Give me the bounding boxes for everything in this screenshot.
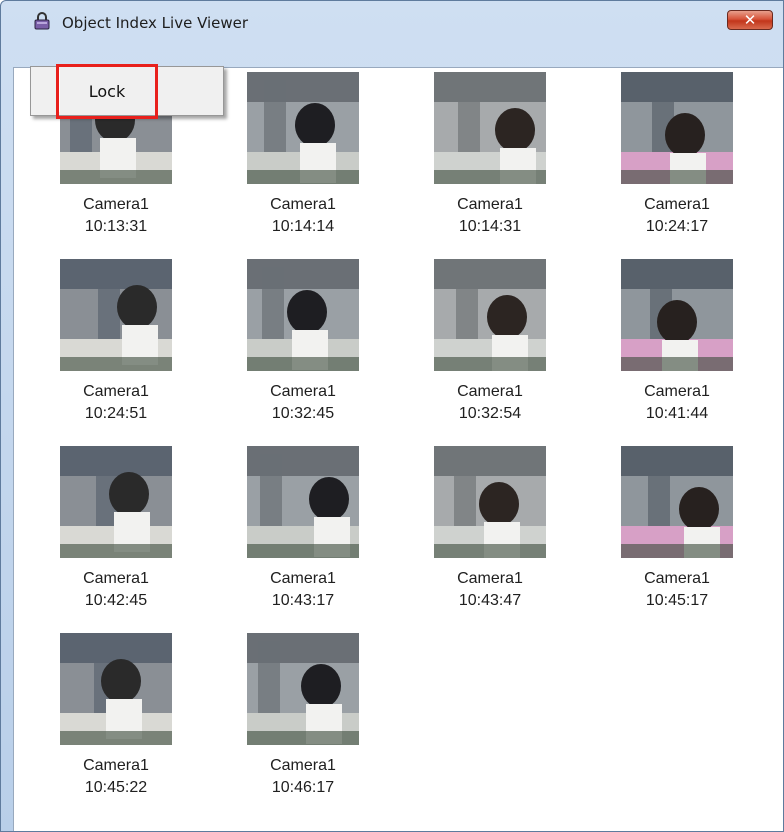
timestamp-label: 10:43:17 (271, 592, 335, 609)
thumbnail-item[interactable]: Camera1 10:24:51 (26, 259, 206, 439)
timestamp-label: 10:43:47 (458, 592, 522, 609)
camera-name-label: Camera1 (644, 196, 710, 213)
thumbnail-item[interactable]: Camera1 10:32:54 (400, 259, 580, 439)
camera-name-label: Camera1 (270, 196, 336, 213)
camera-snapshot-image[interactable] (60, 446, 172, 558)
camera-snapshot-image[interactable] (434, 446, 546, 558)
camera-snapshot-image[interactable] (247, 633, 359, 745)
window-title: Object Index Live Viewer (62, 14, 249, 32)
timestamp-label: 10:24:51 (84, 405, 148, 422)
thumbnail-item[interactable]: Camera1 10:24:17 (587, 72, 767, 252)
thumbnail-item[interactable]: Camera1 10:45:17 (587, 446, 767, 626)
thumbnail-item[interactable]: Camera1 10:45:22 (26, 633, 206, 813)
camera-snapshot-image[interactable] (247, 259, 359, 371)
timestamp-label: 10:14:14 (271, 218, 335, 235)
timestamp-label: 10:45:17 (645, 592, 709, 609)
thumbnail-item[interactable]: Camera1 10:43:47 (400, 446, 580, 626)
camera-name-label: Camera1 (457, 383, 523, 400)
camera-name-label: Camera1 (457, 196, 523, 213)
padlock-icon (34, 12, 50, 30)
camera-name-label: Camera1 (644, 570, 710, 587)
thumbnail-item[interactable]: Camera1 10:43:17 (213, 446, 393, 626)
camera-name-label: Camera1 (270, 383, 336, 400)
camera-snapshot-image[interactable] (434, 72, 546, 184)
timestamp-label: 10:32:45 (271, 405, 335, 422)
camera-name-label: Camera1 (457, 570, 523, 587)
close-button[interactable]: ✕ (727, 10, 773, 30)
camera-snapshot-image[interactable] (247, 446, 359, 558)
timestamp-label: 10:24:17 (645, 218, 709, 235)
timestamp-label: 10:45:22 (84, 779, 148, 796)
camera-snapshot-image[interactable] (621, 259, 733, 371)
timestamp-label: 10:13:31 (84, 218, 148, 235)
camera-snapshot-image[interactable] (621, 72, 733, 184)
timestamp-label: 10:14:31 (458, 218, 522, 235)
camera-snapshot-image[interactable] (247, 72, 359, 184)
camera-snapshot-image[interactable] (60, 259, 172, 371)
camera-name-label: Camera1 (83, 757, 149, 774)
camera-snapshot-image[interactable] (434, 259, 546, 371)
title-bar[interactable]: Object Index Live Viewer ✕ (1, 1, 783, 35)
menu-item-lock[interactable]: Lock (56, 64, 158, 119)
thumbnail-item[interactable]: Camera1 10:41:44 (587, 259, 767, 439)
timestamp-label: 10:41:44 (645, 405, 709, 422)
camera-name-label: Camera1 (83, 570, 149, 587)
camera-name-label: Camera1 (83, 383, 149, 400)
camera-name-label: Camera1 (83, 196, 149, 213)
timestamp-label: 10:42:45 (84, 592, 148, 609)
camera-name-label: Camera1 (270, 757, 336, 774)
thumbnail-item[interactable]: Camera1 10:32:45 (213, 259, 393, 439)
camera-name-label: Camera1 (644, 383, 710, 400)
thumbnail-item[interactable]: Camera1 10:46:17 (213, 633, 393, 813)
camera-snapshot-image[interactable] (621, 446, 733, 558)
timestamp-label: 10:32:54 (458, 405, 522, 422)
camera-snapshot-image[interactable] (60, 633, 172, 745)
close-icon: ✕ (743, 11, 757, 29)
thumbnail-item[interactable]: Camera1 10:14:14 (213, 72, 393, 252)
camera-name-label: Camera1 (270, 570, 336, 587)
timestamp-label: 10:46:17 (271, 779, 335, 796)
thumbnail-item[interactable]: Camera1 10:42:45 (26, 446, 206, 626)
thumbnail-item[interactable]: Camera1 10:14:31 (400, 72, 580, 252)
